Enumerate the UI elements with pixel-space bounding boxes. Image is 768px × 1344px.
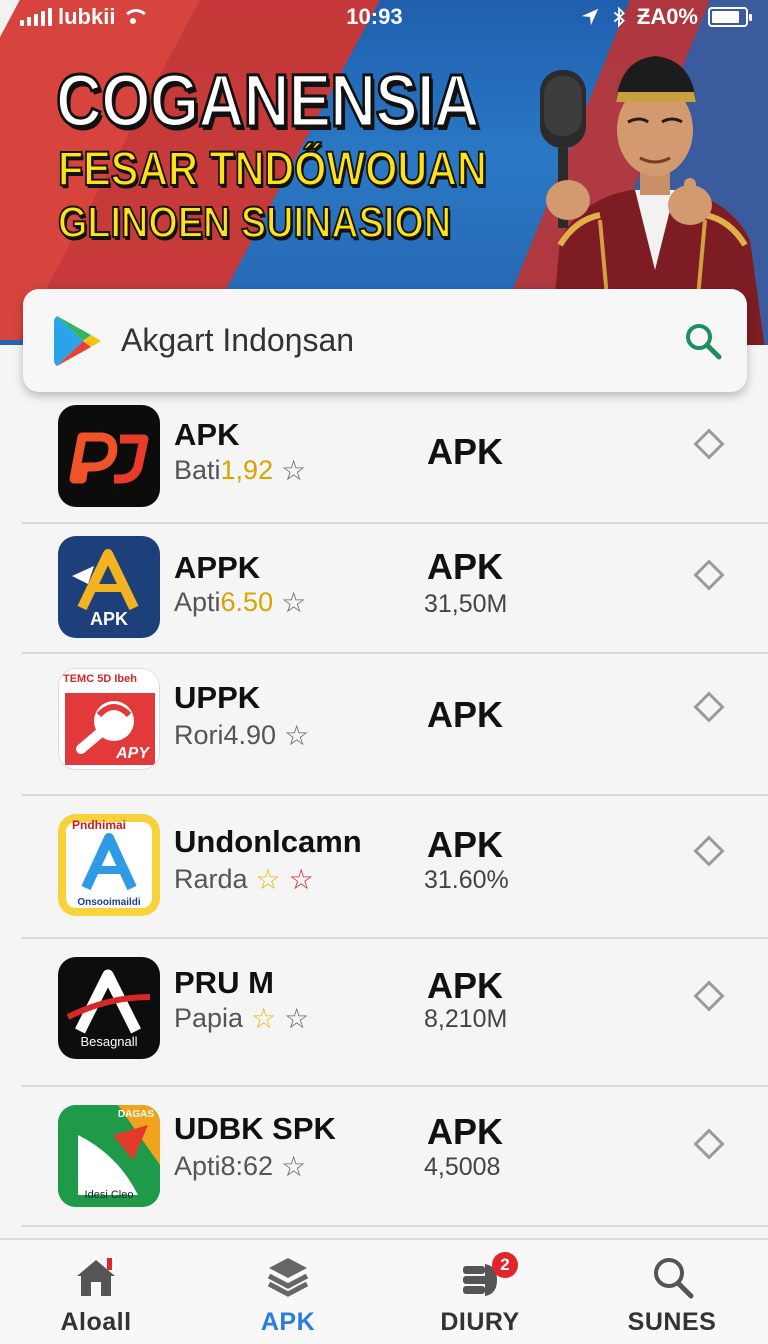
app-icon-top-text: ТЕМС 5D Ibeh	[63, 673, 137, 685]
status-left: lubkii	[20, 4, 280, 30]
diamond-icon[interactable]	[693, 980, 725, 1012]
app-name: PRU M	[174, 965, 274, 1000]
app-icon-top-text: DAGAS	[117, 1109, 154, 1120]
carrier-name: lubkii	[58, 4, 116, 29]
nav-label: DIURY	[440, 1308, 520, 1336]
apk-size: 4,5008	[424, 1153, 501, 1181]
app-icon-text: APY	[116, 745, 149, 762]
home-icon	[77, 1258, 115, 1296]
nav-item-diury[interactable]: 2 DIURY	[384, 1240, 576, 1344]
hero-subtitle-1: FESAR TNDŐWOUAN	[57, 142, 488, 197]
app-icon-text: Idesi Cleo	[84, 1189, 134, 1201]
nav-item-home[interactable]: Aloall	[0, 1240, 192, 1344]
search-icon	[654, 1258, 694, 1299]
location-arrow-icon	[581, 8, 599, 26]
app-root: lubkii 10:93 ƵA0% COGANENSIA FESAR TNDŐW…	[0, 0, 768, 1344]
diamond-icon[interactable]	[693, 559, 725, 591]
nav-item-apk[interactable]: APK	[192, 1240, 384, 1344]
signal-icon	[20, 8, 52, 26]
nav-label: SUNES	[627, 1308, 717, 1336]
app-meta-prefix: Rori4.90	[174, 720, 277, 750]
star-icon: ☆	[251, 1002, 277, 1034]
app-name: UPPK	[174, 680, 261, 715]
star-icon: ☆	[281, 586, 307, 618]
apk-label: APK	[427, 965, 504, 1006]
app-name: UDBK SPK	[174, 1111, 336, 1146]
app-name: APPK	[174, 550, 261, 585]
apk-size: 31,50M	[424, 590, 508, 618]
app-meta: Apti6.50 ☆	[174, 587, 306, 618]
app-rating: 6.50	[220, 587, 274, 617]
bluetooth-icon	[613, 6, 625, 28]
app-icon-text: Onsooimaildi	[77, 897, 141, 908]
hero-title: COGANENSIA	[55, 58, 481, 144]
apk-label: APK	[427, 824, 504, 865]
apk-label: APK	[427, 546, 504, 587]
list-item[interactable]: ТЕМС 5D Ibeh APY UPPK Rori4.90 ☆ APK	[22, 654, 768, 796]
app-icon-undonlcamn: Pndhimai Onsooimaildi	[58, 814, 160, 916]
star-icon: ☆	[255, 863, 281, 895]
app-meta-prefix: Apti8:62	[174, 1151, 274, 1181]
app-meta: Apti8:62 ☆	[174, 1151, 306, 1182]
list-item[interactable]: DAGAS Idesi Cleo UDBK SPK Apti8:62 ☆ APK…	[22, 1087, 768, 1227]
app-meta: Bati1,92 ☆	[174, 455, 306, 486]
diamond-icon[interactable]	[693, 835, 725, 867]
app-name: Undonlcamn	[174, 824, 362, 859]
nav-label: APK	[260, 1308, 316, 1336]
nav-item-sunes[interactable]: SUNES	[576, 1240, 768, 1344]
app-meta: Papia ☆ ☆	[174, 1003, 309, 1034]
search-icon[interactable]	[683, 321, 723, 361]
stack-icon	[267, 1258, 309, 1297]
status-time: 10:93	[346, 4, 403, 29]
app-meta-prefix: Bati	[174, 455, 221, 485]
status-bar: lubkii 10:93 ƵA0%	[0, 0, 768, 34]
star-icon: ☆	[288, 863, 314, 895]
app-meta-prefix: Rarda	[174, 864, 248, 894]
app-meta-prefix: Papia	[174, 1003, 244, 1033]
apk-label: APK	[427, 694, 504, 735]
star-icon: ☆	[281, 1150, 307, 1182]
search-bar[interactable]: Akgart Indoŋsan	[23, 289, 747, 392]
apk-size: 8,210M	[424, 1005, 508, 1033]
battery-icon	[708, 7, 752, 27]
star-icon: ☆	[284, 1002, 310, 1034]
apk-label: APK	[427, 1111, 504, 1152]
app-list: APK Bati1,92 ☆ APK APK APPK Apti6.50 ☆ A…	[0, 397, 768, 1227]
battery-fill	[712, 11, 740, 23]
list-item[interactable]: Pndhimai Onsooimaildi Undonlcamn Rarda ☆…	[22, 796, 768, 939]
app-meta: Rarda ☆ ☆	[174, 864, 314, 895]
app-icon-pru-m: Besagnall	[58, 957, 160, 1059]
list-item[interactable]: APK APPK Apti6.50 ☆ APK 31,50M	[22, 524, 768, 654]
play-store-icon	[54, 315, 101, 366]
notification-badge: 2	[492, 1252, 518, 1278]
bottom-nav: Aloall APK 2 DIURY SUNES	[0, 1238, 768, 1344]
list-item[interactable]: Besagnall PRU M Papia ☆ ☆ APK 8,210M	[22, 939, 768, 1087]
app-meta: Rori4.90 ☆	[174, 720, 309, 751]
app-icon-apk-a: APK	[58, 536, 160, 638]
star-icon: ☆	[284, 719, 310, 751]
status-right: ƵA0%	[579, 4, 752, 30]
wifi-icon	[121, 8, 151, 26]
list-item[interactable]: APK Bati1,92 ☆ APK	[22, 397, 768, 524]
app-name: APK	[174, 417, 240, 452]
app-icon-udbk: DAGAS Idesi Cleo	[58, 1105, 160, 1207]
app-icon-text: Besagnall	[80, 1034, 138, 1049]
star-icon: ☆	[281, 454, 307, 486]
hero-subtitle-2: GLINOEN SUINASION	[57, 197, 452, 248]
app-meta-prefix: Apti	[174, 587, 221, 617]
diamond-icon[interactable]	[693, 1128, 725, 1160]
app-icon-pj	[58, 405, 160, 507]
diamond-icon[interactable]	[693, 691, 725, 723]
app-icon-uppk: ТЕМС 5D Ibeh APY	[58, 668, 160, 770]
apk-size: 31.60%	[424, 866, 509, 894]
diamond-icon[interactable]	[693, 428, 725, 460]
search-input[interactable]: Akgart Indoŋsan	[121, 322, 683, 359]
battery-percent: ƵA0%	[636, 4, 698, 29]
nav-label: Aloall	[60, 1308, 132, 1336]
apk-label: APK	[427, 431, 504, 472]
app-rating: 1,92	[220, 455, 274, 485]
app-icon-text: APK	[89, 609, 128, 629]
